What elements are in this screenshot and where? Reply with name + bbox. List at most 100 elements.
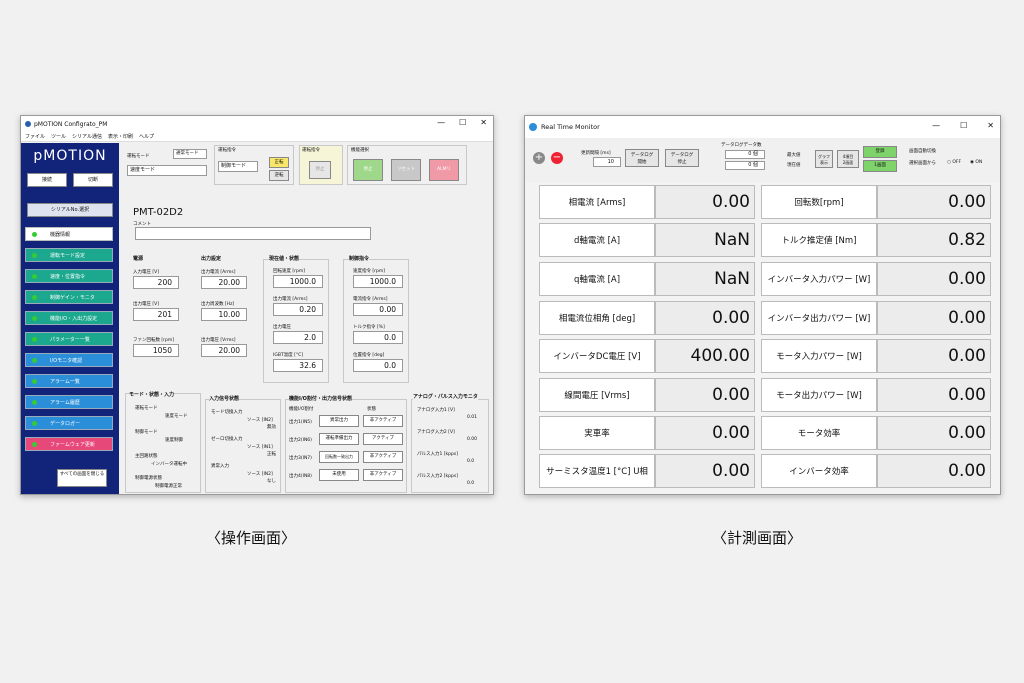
close-icon[interactable]: ✕ <box>987 121 994 130</box>
fio-row4-func[interactable]: 未使用 <box>319 469 359 481</box>
auto-switch-sub: 選択画面から <box>909 161 936 166</box>
an-row3-value: 0.0 <box>467 459 475 464</box>
log-start-button[interactable]: データログ 開始 <box>625 149 659 167</box>
add-icon[interactable]: + <box>533 152 545 164</box>
out-i-value: 20.00 <box>201 276 247 289</box>
status-dot-icon <box>32 358 37 363</box>
fan-value: 1050 <box>133 344 179 357</box>
fio-row2-func[interactable]: 運転準備出力 <box>319 433 359 445</box>
one-screen-button[interactable]: 1画面 <box>863 160 897 172</box>
menu-tools[interactable]: ツール <box>51 133 66 140</box>
graph-button[interactable]: グラフ 表示 <box>815 150 833 168</box>
nav-data-logger[interactable]: データロガー <box>25 416 113 430</box>
nav-alarm-history[interactable]: アラーム履歴 <box>25 395 113 409</box>
connect-button[interactable]: 接続 <box>27 173 67 187</box>
out-f-value: 10.00 <box>201 308 247 321</box>
close-all-button[interactable]: すべての画面を閉じる <box>57 469 107 487</box>
reverse-button[interactable]: 逆転 <box>269 170 289 181</box>
fio-row3-label: 出力3(IN7) <box>289 456 312 461</box>
stop-button[interactable]: 停止 <box>309 161 331 179</box>
fio-row3-func[interactable]: 回転数一致出力 <box>319 451 359 463</box>
status-dot-icon <box>32 253 37 258</box>
split-button[interactable]: 4項目 2画面 <box>837 150 859 168</box>
metric-value-thermistor: 0.00 <box>655 454 755 488</box>
an-row4-value: 0.0 <box>467 481 475 486</box>
menu-file[interactable]: ファイル <box>25 133 45 140</box>
cur-current-label: 出力電流 [Arms] <box>273 297 308 302</box>
metric-label-motor-eff: モータ効率 <box>761 416 877 450</box>
maximize-icon[interactable]: ☐ <box>960 121 967 130</box>
run-cmd-select[interactable]: 制御モード <box>218 161 258 172</box>
ctl-pos-label: 位置指令 [deg] <box>353 353 385 358</box>
cur-igbt-label: IGBT温度 [°C] <box>273 353 303 358</box>
nav-speed-position[interactable]: 速度・位置指令 <box>25 269 113 283</box>
ctl-pos-value[interactable]: 0.0 <box>353 359 403 372</box>
fio-row1-func[interactable]: 異常出力 <box>319 415 359 427</box>
ms-row3-label: 主回路状態 <box>135 454 158 459</box>
nav-device-info[interactable]: 機器情報 <box>25 227 113 241</box>
log-stop-button[interactable]: データログ 停止 <box>665 149 699 167</box>
metric-label-line-voltage: 線間電圧 [Vrms] <box>539 378 655 412</box>
cur-label: 現在値 <box>787 163 801 168</box>
nav-parameters[interactable]: パラメーター一覧 <box>25 332 113 346</box>
metric-value-rpm: 0.00 <box>877 185 991 219</box>
register-button[interactable]: 登録 <box>863 146 897 158</box>
metrics-grid: 相電流 [Arms] 0.00 d軸電流 [A] NaN q軸電流 [A] Na… <box>525 182 1000 494</box>
cur-volt-value: 2.0 <box>273 331 323 344</box>
caption-left: 〈操作画面〉 <box>206 529 297 547</box>
fio-row4-state: 非アクティブ <box>363 469 403 481</box>
func-io-sub1: 機能I/O割付 <box>289 407 314 412</box>
cur-speed-value: 1000.0 <box>273 275 323 288</box>
comment-input[interactable] <box>135 227 371 240</box>
metric-label-motor-in-power: モータ入力パワー [W] <box>761 339 877 373</box>
is-row1-src: ソース [IN2] <box>247 418 273 423</box>
remove-icon[interactable]: − <box>551 152 563 164</box>
func-io-sub2: 状態 <box>367 407 376 412</box>
rtm-toolbar: + − 更新間隔 [ms] 10 データログ 開始 データログ 停止 データログ… <box>525 138 1000 182</box>
nav-io-monitor[interactable]: I/Oモニタ確認 <box>25 353 113 367</box>
func-stop-button[interactable]: 停止 <box>353 159 383 181</box>
ctl-current-value[interactable]: 0.00 <box>353 303 403 316</box>
run-mode-label: 運転モード <box>127 154 150 159</box>
func-alarm-button[interactable]: ALMリ <box>429 159 459 181</box>
control-title: 制御指令 <box>349 255 370 262</box>
nav-alarm-list[interactable]: アラーム一覧 <box>25 374 113 388</box>
minimize-icon[interactable]: — <box>437 118 445 127</box>
nav-firmware[interactable]: ファームウェア更新 <box>25 437 113 451</box>
on-radio[interactable]: ◉ ON <box>970 160 982 165</box>
pmotion-window: pMOTION Configrato_PM — ☐ ✕ ファイル ツール シリア… <box>20 115 494 495</box>
interval-input[interactable]: 10 <box>593 157 621 167</box>
ctl-torque-value[interactable]: 0.0 <box>353 331 403 344</box>
menu-serial[interactable]: シリアル通信 <box>72 133 102 140</box>
metric-label-inv-eff: インバータ効率 <box>761 454 877 488</box>
metric-value-phase-angle: 0.00 <box>655 301 755 335</box>
nav-control-gain[interactable]: 制御ゲイン・モニタ <box>25 290 113 304</box>
logo: pMOTION <box>33 148 107 164</box>
ctl-torque-label: トルク指令 [%] <box>353 325 385 330</box>
run-mode-select[interactable]: 速度モード <box>127 165 207 176</box>
off-radio[interactable]: ○ OFF <box>947 160 961 165</box>
status-dot-icon <box>32 400 37 405</box>
disconnect-button[interactable]: 切断 <box>73 173 113 187</box>
status-dot-icon <box>32 337 37 342</box>
forward-button[interactable]: 正転 <box>269 157 289 168</box>
serial-select-button[interactable]: シリアルNo.選択 <box>27 203 113 217</box>
menu-print[interactable]: 表示・印刷 <box>108 133 133 140</box>
menu-help[interactable]: ヘルプ <box>139 133 154 140</box>
mode-state-title: モード・状態・入力 <box>129 391 175 398</box>
fio-row1-label: 出力1(IN5) <box>289 420 312 425</box>
run-mode-sub-select[interactable]: 通常モード <box>173 149 207 159</box>
func-reset-button[interactable]: リセット <box>391 159 421 181</box>
minimize-icon[interactable]: — <box>932 121 940 130</box>
nav-run-mode[interactable]: 運転モード設定 <box>25 248 113 262</box>
main-panel: 運転モード 通常モード 速度モード 運転指令 制御モード 正転 逆転 運転指令 … <box>121 143 493 494</box>
ctl-speed-value[interactable]: 1000.0 <box>353 275 403 288</box>
metric-label-phase-current: 相電流 [Arms] <box>539 185 655 219</box>
nav-func-io[interactable]: 機能I/O・入出力設定 <box>25 311 113 325</box>
maximize-icon[interactable]: ☐ <box>459 118 466 127</box>
close-icon[interactable]: ✕ <box>480 118 487 127</box>
realtime-monitor-window: Real Time Monitor — ☐ ✕ + − 更新間隔 [ms] 10… <box>524 115 1001 495</box>
window-title: pMOTION Configrato_PM <box>34 120 108 128</box>
rtm-titlebar: Real Time Monitor — ☐ ✕ <box>525 116 1000 138</box>
input-sig-title: 入力信号状態 <box>209 395 240 402</box>
